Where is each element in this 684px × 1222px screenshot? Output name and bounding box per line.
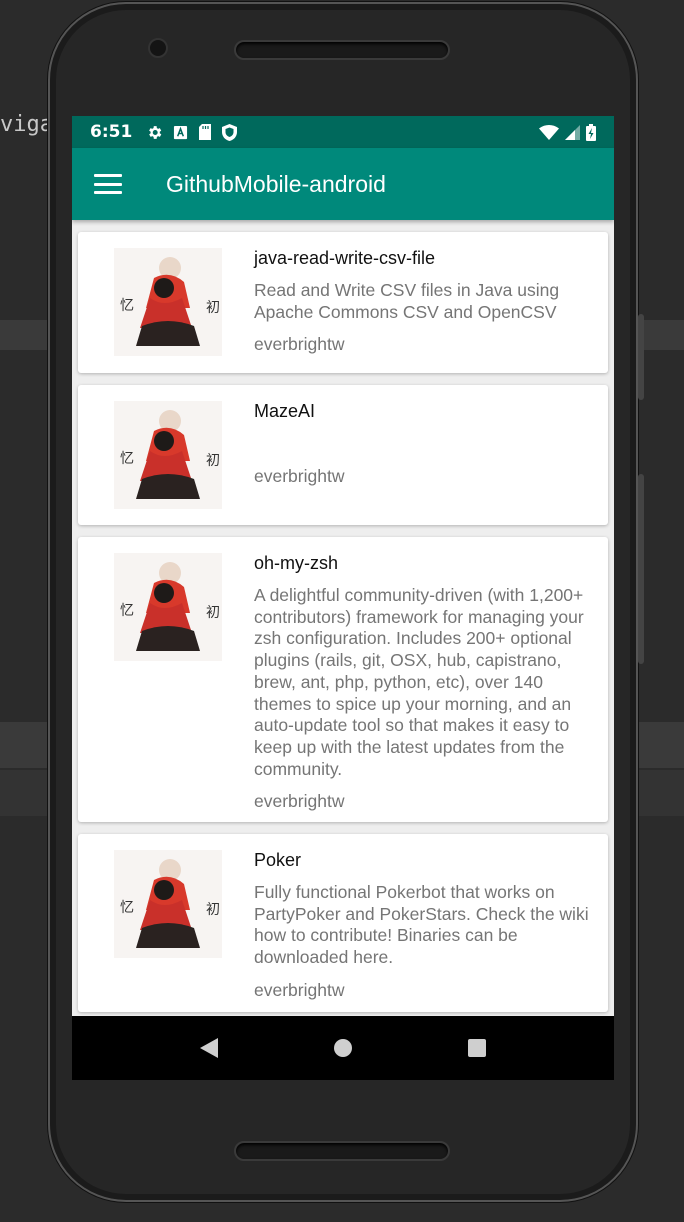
repo-card[interactable]: 忆 初 Poker Fully functional Pokerbot that… (78, 834, 608, 1012)
sd-card-icon (198, 124, 212, 140)
svg-text:初: 初 (206, 901, 220, 918)
wifi-icon (539, 124, 559, 140)
svg-text:忆: 忆 (120, 603, 134, 619)
repo-description: Fully functional Pokerbot that works on … (254, 882, 589, 968)
settings-icon (146, 124, 163, 141)
repo-name[interactable]: MazeAI (254, 401, 592, 421)
owner-avatar: 忆 初 (114, 850, 222, 958)
repo-owner: everbrightw (254, 466, 345, 486)
earpiece-speaker (234, 40, 450, 60)
battery-charging-icon (586, 123, 596, 141)
signal-icon (565, 124, 580, 140)
power-button (638, 314, 644, 400)
repo-name[interactable]: oh-my-zsh (254, 553, 592, 573)
owner-avatar: 忆 初 (114, 553, 222, 661)
hamburger-menu-icon[interactable] (94, 174, 122, 194)
repo-card[interactable]: 忆 初 MazeAI everbrightw (78, 385, 608, 525)
repo-owner: everbrightw (254, 791, 345, 812)
repo-card[interactable]: 忆 初 oh-my-zsh A delightful community-dri… (78, 537, 608, 822)
repo-name[interactable]: java-read-write-csv-file (254, 248, 592, 268)
status-bar: 6:51 (72, 116, 614, 148)
repo-description (254, 433, 592, 455)
svg-text:忆: 忆 (120, 298, 134, 314)
back-icon[interactable] (189, 1028, 229, 1068)
volume-button (638, 474, 644, 664)
bottom-speaker (234, 1141, 450, 1161)
repo-description: Read and Write CSV files in Java using A… (254, 280, 560, 322)
ide-background-text: viga (0, 112, 53, 137)
status-time: 6:51 (90, 122, 133, 142)
repo-list[interactable]: 忆 初 java-read-write-csv-file Read and Wr… (72, 220, 614, 1012)
repo-description: A delightful community-driven (with 1,20… (254, 585, 584, 779)
navigation-bar (72, 1016, 614, 1080)
owner-avatar: 忆 初 (114, 248, 222, 356)
home-icon[interactable] (323, 1028, 363, 1068)
owner-avatar: 忆 初 (114, 401, 222, 509)
app-title: GithubMobile-android (166, 170, 386, 197)
screen: 6:51 GithubMobile-android 忆 初 java-read-… (72, 116, 614, 1080)
a-icon (173, 125, 188, 140)
svg-text:忆: 忆 (120, 900, 134, 916)
front-camera (148, 38, 168, 58)
svg-text:初: 初 (206, 604, 220, 621)
svg-text:初: 初 (206, 452, 220, 469)
recents-icon[interactable] (457, 1028, 497, 1068)
repo-card[interactable]: 忆 初 java-read-write-csv-file Read and Wr… (78, 232, 608, 373)
shield-icon (222, 123, 238, 141)
svg-text:忆: 忆 (120, 451, 134, 467)
repo-owner: everbrightw (254, 979, 345, 1000)
repo-owner: everbrightw (254, 334, 345, 355)
svg-text:初: 初 (206, 299, 220, 316)
repo-name[interactable]: Poker (254, 850, 592, 870)
app-bar: GithubMobile-android (72, 148, 614, 220)
